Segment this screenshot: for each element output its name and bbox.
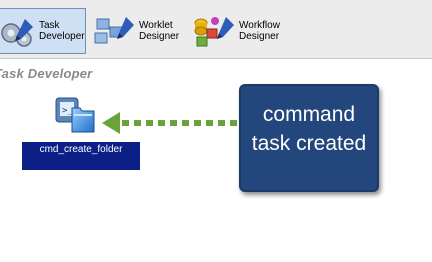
task-developer-label-2: Developer bbox=[39, 31, 85, 42]
workflow-designer-button[interactable]: Workflow Designer bbox=[190, 8, 288, 54]
annotation-callout: command task created bbox=[239, 84, 379, 192]
workflow-designer-label-1: Workflow bbox=[239, 20, 280, 31]
task-developer-label-1: Task bbox=[39, 20, 60, 31]
workflow-designer-label-2: Designer bbox=[239, 31, 280, 42]
task-developer-button[interactable]: Task Developer bbox=[0, 8, 86, 54]
canvas-title: Task Developer bbox=[0, 66, 93, 81]
workflow-designer-icon bbox=[194, 17, 234, 47]
task-name-label[interactable]: cmd_create_folder bbox=[22, 142, 140, 170]
callout-line-2: task created bbox=[251, 132, 367, 155]
callout-line-1: command bbox=[262, 103, 356, 126]
worklet-designer-label-2: Designer bbox=[139, 31, 180, 42]
worklet-designer-label-1: Worklet bbox=[139, 20, 173, 31]
worklet-designer-icon bbox=[94, 17, 134, 44]
command-task-icon[interactable]: >_ bbox=[52, 96, 98, 134]
designer-toolbar: Task Developer Worklet Designer Workflow… bbox=[0, 0, 432, 59]
task-developer-icon bbox=[1, 19, 33, 47]
worklet-designer-button[interactable]: Worklet Designer bbox=[92, 8, 184, 54]
dotted-arrow bbox=[102, 112, 248, 134]
